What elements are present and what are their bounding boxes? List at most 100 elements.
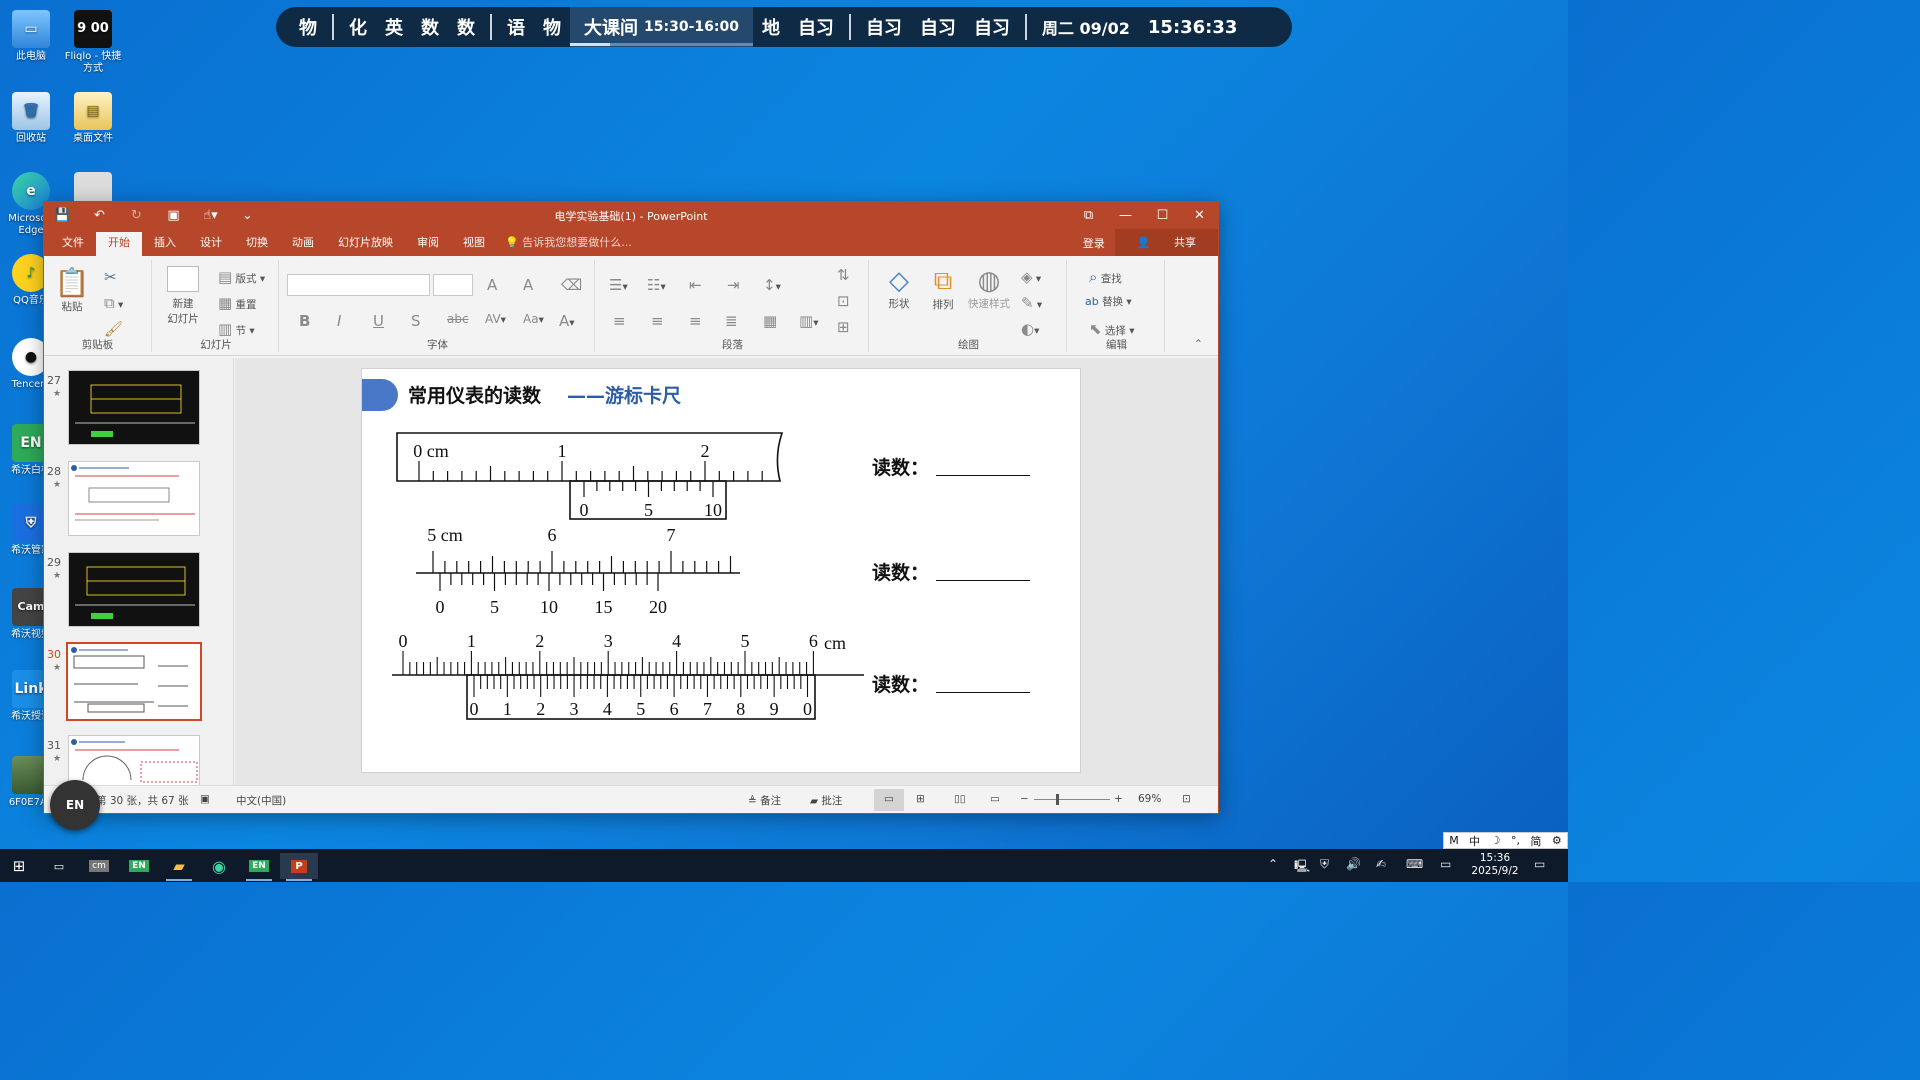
tab-insert[interactable]: 插入: [142, 232, 188, 256]
thumbnail-row[interactable]: 28 ★: [44, 461, 233, 543]
shape-outline-icon[interactable]: ✎ ▾: [1021, 294, 1042, 312]
zoom-in-button[interactable]: +: [1114, 793, 1123, 805]
shape-effects-icon[interactable]: ◐▾: [1021, 320, 1039, 338]
undo-icon[interactable]: ↶: [81, 208, 118, 223]
font-grow-icon[interactable]: A: [487, 276, 497, 294]
change-case-icon[interactable]: Aa▾: [523, 312, 544, 326]
distributed-icon[interactable]: ▦: [763, 312, 777, 330]
ime-lang[interactable]: 中: [1469, 833, 1480, 849]
comments-button[interactable]: ▰ 批注: [810, 793, 842, 808]
taskbar-clock[interactable]: 15:36 2025/9/2: [1470, 852, 1520, 878]
align-left-icon[interactable]: ≡: [613, 312, 626, 330]
clear-format-icon[interactable]: ⌫: [561, 276, 582, 294]
task-view-icon[interactable]: ▭: [40, 853, 78, 879]
section-button[interactable]: ▥ 节 ▾: [218, 320, 255, 338]
zoom-out-button[interactable]: −: [1020, 793, 1029, 805]
minimize-button[interactable]: —: [1107, 208, 1144, 223]
char-spacing-icon[interactable]: AV▾: [485, 312, 506, 326]
thumbnail-row[interactable]: 31 ★: [44, 735, 233, 786]
find-button[interactable]: ⌕ 查找: [1089, 268, 1122, 286]
desktop-icon-recycle-bin[interactable]: 🗑 回收站: [0, 92, 62, 145]
tab-review[interactable]: 审阅: [405, 232, 451, 256]
font-name-box[interactable]: [287, 274, 430, 296]
network-icon[interactable]: 🖳: [1294, 857, 1310, 878]
collapse-ribbon-icon[interactable]: ⌃: [1194, 338, 1203, 350]
redo-icon[interactable]: ↻: [118, 208, 155, 223]
save-icon[interactable]: 💾: [44, 208, 81, 223]
zoom-slider-track[interactable]: [1034, 799, 1110, 800]
notes-button[interactable]: ≜ 备注: [748, 793, 781, 808]
font-shrink-icon[interactable]: A: [523, 276, 533, 294]
pen-icon[interactable]: ✍: [1376, 857, 1386, 871]
text-direction-icon[interactable]: ⇅: [837, 266, 850, 284]
replace-button[interactable]: ab 替换 ▾: [1085, 294, 1132, 309]
paste-button[interactable]: 📋 粘贴: [54, 266, 90, 314]
arrange-button[interactable]: ⧉ 排列: [925, 266, 961, 312]
shield-icon[interactable]: ⛨: [1320, 857, 1329, 872]
slide-thumbnail-selected[interactable]: [66, 642, 202, 721]
keyboard-icon[interactable]: ⌨: [1406, 857, 1423, 871]
tab-slideshow[interactable]: 幻灯片放映: [326, 232, 405, 256]
desktop-icon-desktop-files[interactable]: ▤ 桌面文件: [62, 92, 124, 145]
format-painter-icon[interactable]: 🖌: [104, 320, 123, 338]
en-floating-ball[interactable]: EN: [50, 780, 100, 830]
layout-button[interactable]: ▤ 版式 ▾: [218, 268, 265, 286]
tab-home[interactable]: 开始: [96, 232, 142, 256]
quick-styles-button[interactable]: ◍ 快速样式: [967, 266, 1011, 311]
tell-me-search[interactable]: 💡 告诉我您想要做什么...: [497, 232, 644, 256]
moon-icon[interactable]: ☽: [1491, 834, 1501, 847]
shape-fill-icon[interactable]: ◈ ▾: [1021, 268, 1041, 286]
slide-thumbnail[interactable]: [68, 552, 200, 627]
fit-slide-icon[interactable]: ⊡: [1182, 793, 1191, 805]
select-button[interactable]: ⬉ 选择 ▾: [1089, 320, 1135, 338]
thumbnail-row[interactable]: 27 ★: [44, 370, 233, 452]
new-slide-button[interactable]: 新建 幻灯片: [162, 266, 204, 326]
tab-view[interactable]: 视图: [451, 232, 497, 256]
slide-sorter-icon[interactable]: ⊞: [916, 793, 925, 805]
spellcheck-icon[interactable]: ▣: [200, 793, 210, 805]
line-spacing-icon[interactable]: ↕▾: [763, 276, 781, 294]
zoom-level[interactable]: 69%: [1138, 793, 1161, 805]
italic-icon[interactable]: I: [337, 312, 341, 330]
close-button[interactable]: ✕: [1181, 208, 1218, 223]
notification-icon[interactable]: ▭: [1534, 857, 1545, 871]
customize-qat-icon[interactable]: ⌄: [229, 208, 266, 223]
chevron-up-icon[interactable]: ⌃: [1268, 857, 1278, 871]
slide-thumbnail[interactable]: [68, 370, 200, 445]
bullets-icon[interactable]: ☰▾: [609, 276, 628, 294]
justify-icon[interactable]: ≣: [725, 312, 738, 330]
tab-file[interactable]: 文件: [50, 232, 96, 256]
ime-toolbar[interactable]: M 中 ☽ °, 简 ⚙: [1443, 832, 1568, 849]
taskbar-app-seewo-2[interactable]: EN: [240, 853, 278, 881]
shapes-button[interactable]: ◇ 形状: [881, 266, 917, 311]
tab-design[interactable]: 设计: [188, 232, 234, 256]
align-right-icon[interactable]: ≡: [689, 312, 702, 330]
share-button[interactable]: 👤 共享: [1114, 229, 1218, 256]
desktop-icon-this-pc[interactable]: ▭ 此电脑: [0, 10, 62, 63]
underline-icon[interactable]: U: [373, 312, 384, 330]
reset-button[interactable]: ▦ 重置: [218, 294, 257, 312]
zoom-slider-thumb[interactable]: [1056, 794, 1059, 805]
shadow-icon[interactable]: S: [411, 312, 421, 330]
taskbar-app-edge[interactable]: ◉: [200, 853, 238, 879]
align-text-icon[interactable]: ⊡: [837, 292, 850, 310]
slideshow-icon[interactable]: ▣: [155, 208, 192, 223]
desktop-icon-fliqlo[interactable]: 9 00 Fliqlo - 快捷方式: [62, 10, 124, 75]
columns-icon[interactable]: ▥▾: [799, 312, 818, 330]
bold-icon[interactable]: B: [299, 312, 310, 330]
copy-icon[interactable]: ⧉ ▾: [104, 294, 123, 312]
volume-icon[interactable]: 🔊: [1346, 857, 1361, 871]
gear-icon[interactable]: ⚙: [1552, 834, 1562, 847]
slideshow-view-icon[interactable]: ▭: [990, 793, 1000, 805]
thumbnail-row-selected[interactable]: 30 ★: [44, 642, 233, 726]
numbering-icon[interactable]: ☷▾: [647, 276, 666, 294]
strikethrough-icon[interactable]: abc: [447, 312, 469, 326]
ime-mode[interactable]: M: [1449, 834, 1459, 847]
language-indicator[interactable]: 中文(中国): [236, 793, 286, 808]
align-center-icon[interactable]: ≡: [651, 312, 664, 330]
start-button[interactable]: ⊞: [0, 853, 38, 879]
slide-thumbnail[interactable]: [68, 735, 200, 786]
taskbar-app-powerpoint[interactable]: P: [280, 853, 318, 881]
tab-animations[interactable]: 动画: [280, 232, 326, 256]
normal-view-icon[interactable]: ▭: [874, 789, 904, 811]
